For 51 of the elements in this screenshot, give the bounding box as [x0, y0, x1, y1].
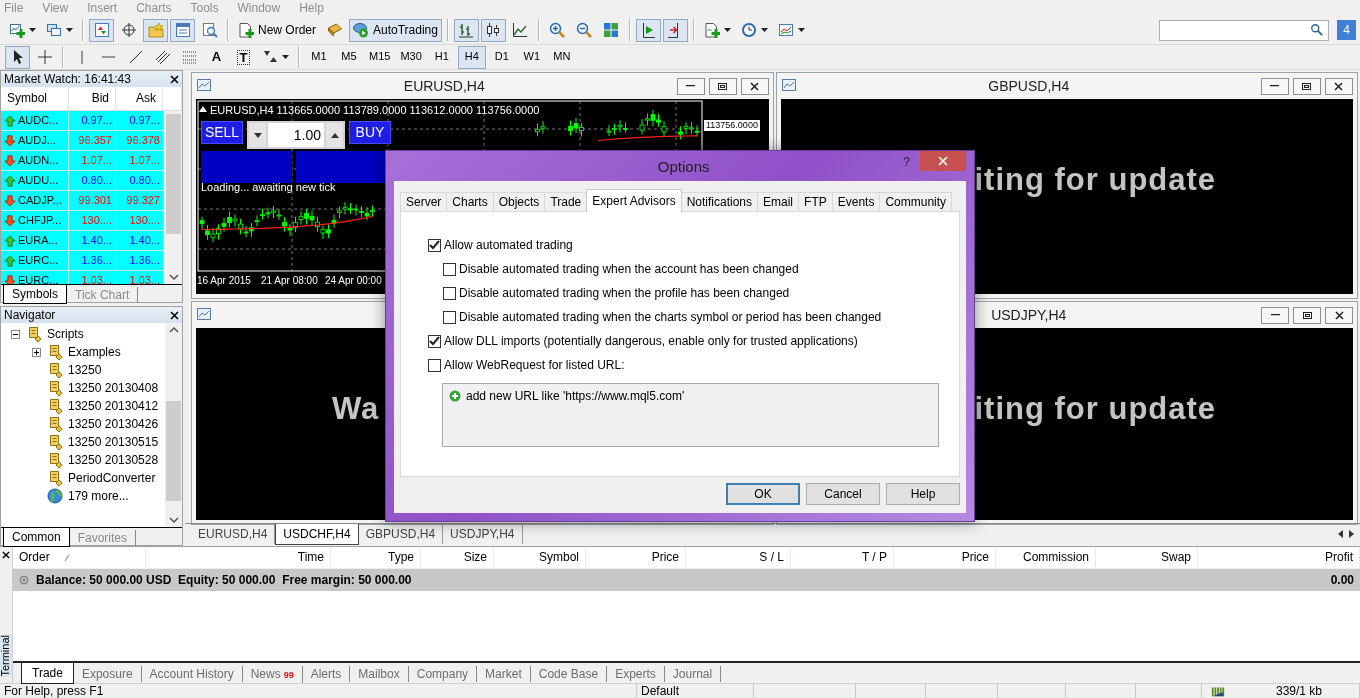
- traffic-text: 339/1 kb: [1276, 683, 1323, 698]
- bid-price: 130....: [81, 213, 112, 228]
- bid-price: 1.36...: [81, 253, 112, 268]
- bid-price: 1.03...: [81, 273, 112, 284]
- symbol-name: AUDN...: [18, 153, 59, 168]
- price-label: 113756.0000: [704, 120, 760, 131]
- option-label: Allow WebRequest for listed URL:: [444, 357, 625, 373]
- profit-value: 0.00: [1330, 572, 1355, 588]
- news-count: 99: [283, 670, 294, 680]
- ask-price: 130....: [129, 213, 160, 228]
- ask-price: 1.03...: [129, 273, 160, 284]
- bid-price: 99.301: [78, 193, 112, 208]
- ask-price: 0.80...: [129, 173, 160, 188]
- status-text: For Help, press F1: [4, 683, 104, 698]
- symbol-name: EURA...: [18, 233, 58, 248]
- date-label: 16 Apr 2015: [197, 275, 251, 287]
- waiting-message: Wa: [332, 390, 380, 428]
- window-title: GBPUSD,H4: [988, 77, 1070, 95]
- ask-price: 1.40...: [129, 233, 160, 248]
- date-label: 24 Apr 00:00: [325, 275, 382, 287]
- waiting-message: iting for update: [974, 390, 1217, 428]
- bid-price: 1.07...: [81, 153, 112, 168]
- panel-title: Navigator: [4, 307, 56, 323]
- ask-price: 96.378: [126, 133, 160, 148]
- bid-price: 1.40...: [81, 233, 112, 248]
- ask-price: 99.327: [126, 193, 160, 208]
- profile-name: Default: [641, 683, 680, 698]
- option-label: Allow automated trading: [444, 237, 573, 253]
- symbol-name: CHFJP...: [18, 213, 62, 228]
- window-title: EURUSD,H4: [403, 77, 485, 95]
- symbol-name: AUDU...: [18, 173, 59, 188]
- waiting-message: iting for update: [974, 161, 1217, 199]
- panel-title: Market Watch: 16:41:43: [4, 71, 131, 87]
- bid-price: 0.80...: [81, 173, 112, 188]
- ask-price: 1.07...: [129, 153, 160, 168]
- ask-price: 1.36...: [129, 253, 160, 268]
- bid-price: 0.97...: [81, 113, 112, 128]
- ask-price: 0.97...: [129, 113, 160, 128]
- chart-header: EURUSD,H4 113665.0000 113789.0000 113612.0000 113756.0000: [210, 104, 540, 118]
- terminal-label: Terminal: [0, 635, 13, 677]
- symbol-name: EURC...: [18, 273, 59, 284]
- status-text: Loading... awaiting new tick: [201, 181, 336, 195]
- window-title: USDJPY,H4: [991, 306, 1067, 324]
- bid-price: 96.357: [78, 133, 112, 148]
- symbol-name: CADJP...: [18, 193, 62, 208]
- symbol-name: EURC...: [18, 253, 59, 268]
- symbol-name: AUDJ...: [18, 133, 56, 148]
- balance-text: Balance: 50 000.00 USD Equity: 50 000.00 Free margin: 50 000.00: [36, 572, 412, 588]
- dialog-title: Options: [656, 157, 711, 176]
- symbol-name: AUDC...: [18, 113, 59, 128]
- date-label: 21 Apr 08:00: [261, 275, 318, 287]
